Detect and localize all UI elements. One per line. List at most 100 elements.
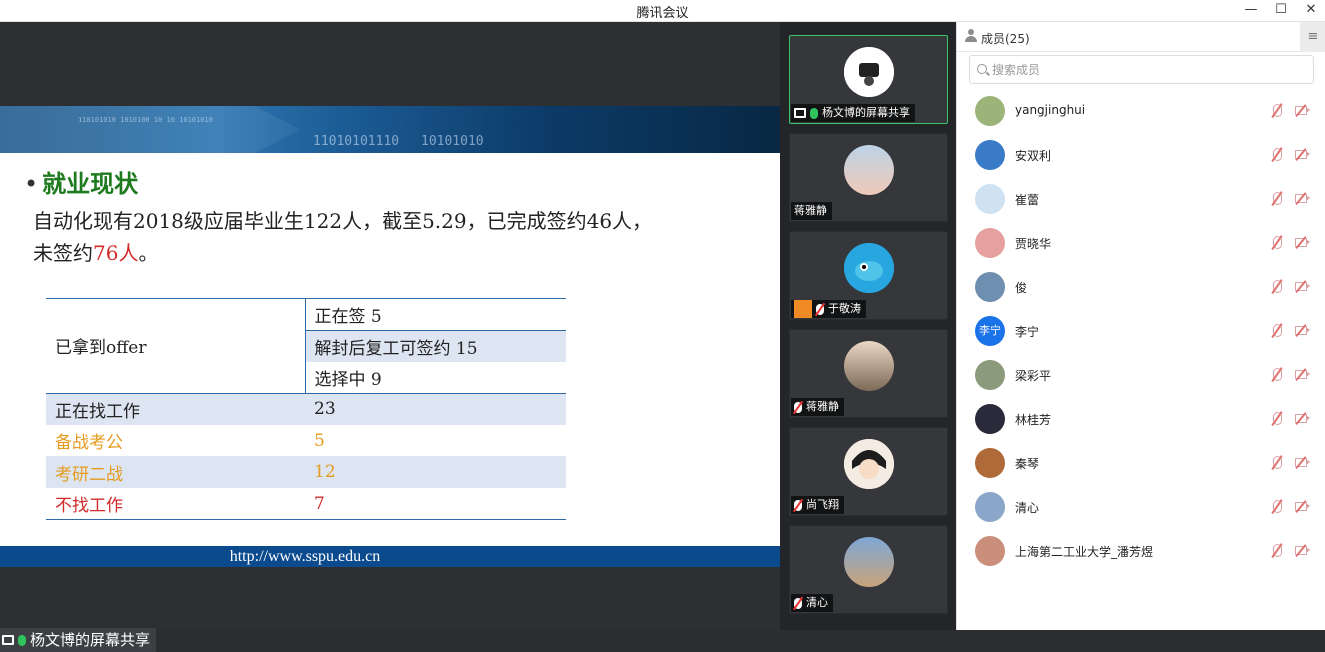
camera-off-icon[interactable] — [1295, 502, 1310, 511]
avatar — [844, 537, 894, 587]
mic-muted-icon[interactable] — [1273, 104, 1282, 117]
list-item[interactable]: 上海第二工业大学_潘芳煜 — [957, 529, 1325, 573]
mic-on-icon — [810, 107, 818, 119]
mic-muted-icon — [816, 303, 824, 315]
list-item[interactable]: 俊 — [957, 265, 1325, 309]
table-row: 已拿到offer 正在签 5 — [46, 298, 566, 394]
maximize-button[interactable]: ☐ — [1266, 0, 1296, 22]
presentation-slide: 110101010 1010100 10 10 10101010 1101010… — [0, 106, 780, 567]
camera-off-icon[interactable] — [1295, 458, 1310, 467]
avatar — [975, 448, 1005, 478]
row-value: 7 — [305, 488, 566, 521]
window-title: 腾讯会议 — [636, 6, 689, 21]
share-label-text: 杨文博的屏幕共享 — [30, 631, 151, 649]
mic-muted-icon[interactable] — [1273, 456, 1282, 469]
avatar — [975, 536, 1005, 566]
list-item[interactable]: 秦琴 — [957, 441, 1325, 485]
camera-off-icon[interactable] — [1295, 282, 1310, 291]
offer-sub-cell: 正在签 5 — [305, 298, 566, 331]
participant-name: 尚飞翔 — [806, 498, 839, 511]
slide-heading: • 就业现状 — [24, 164, 138, 199]
avatar — [975, 96, 1005, 126]
avatar — [844, 47, 894, 97]
avatar — [975, 360, 1005, 390]
list-item[interactable]: 林桂芳 — [957, 397, 1325, 441]
camera-off-icon[interactable] — [1295, 370, 1310, 379]
video-tile[interactable]: 蒋雅静 — [789, 329, 948, 418]
member-search[interactable] — [969, 55, 1314, 84]
offer-label: 已拿到offer — [46, 298, 306, 394]
camera-off-icon[interactable] — [1295, 414, 1310, 423]
camera-off-icon[interactable] — [1295, 106, 1310, 115]
camera-off-icon[interactable] — [1295, 194, 1310, 203]
mic-muted-icon[interactable] — [1273, 192, 1282, 205]
mic-muted-icon — [794, 597, 802, 609]
list-item[interactable]: 清心 — [957, 485, 1325, 529]
person-icon — [965, 29, 977, 42]
member-name: 梁彩平 — [1015, 369, 1052, 383]
mic-on-icon — [18, 634, 26, 646]
avatar: 李宁 — [975, 316, 1005, 346]
tile-label: 清心 — [791, 594, 833, 612]
line2-suffix: 。 — [138, 241, 159, 265]
row-value: 23 — [305, 393, 566, 425]
list-item[interactable]: 李宁 李宁 — [957, 309, 1325, 353]
member-name: 上海第二工业大学_潘芳煜 — [1015, 545, 1154, 559]
video-tile[interactable]: 清心 — [789, 525, 948, 614]
mic-muted-icon[interactable] — [1273, 324, 1282, 337]
participant-name: 蒋雅静 — [794, 204, 827, 217]
members-count: 成员(25) — [981, 32, 1030, 46]
unsigned-count: 76人 — [93, 241, 139, 265]
row-label: 正在找工作 — [46, 393, 305, 425]
slide-paragraph: 自动化现有2018级应届毕业生122人，截至5.29，已完成签约46人， 未签约… — [33, 205, 733, 269]
menu-icon[interactable]: ≡ — [1300, 22, 1325, 52]
list-item[interactable]: 崔蕾 — [957, 177, 1325, 221]
video-tile[interactable]: 于敬涛 — [789, 231, 948, 320]
member-name: 清心 — [1015, 501, 1040, 515]
participant-name: 于敬涛 — [828, 302, 861, 315]
close-button[interactable]: ✕ — [1296, 0, 1325, 22]
mic-muted-icon[interactable] — [1273, 368, 1282, 381]
list-item[interactable]: yangjinghui — [957, 89, 1325, 133]
list-item[interactable]: 梁彩平 — [957, 353, 1325, 397]
slide-banner: 110101010 1010100 10 10 10101010 1101010… — [0, 106, 780, 153]
participant-name: 蒋雅静 — [806, 400, 839, 413]
banner-binary-small: 110101010 1010100 10 10 10101010 — [78, 116, 213, 124]
mic-muted-icon[interactable] — [1273, 236, 1282, 249]
slide-footer: http://www.sspu.edu.cn — [0, 546, 780, 567]
line2-prefix: 未签约 — [33, 241, 93, 265]
tile-label: 杨文博的屏幕共享 — [791, 104, 915, 122]
camera-off-icon[interactable] — [1295, 150, 1310, 159]
video-tile[interactable]: 蒋雅静 — [789, 133, 948, 222]
banner-arrow-graphic — [0, 106, 300, 153]
mic-muted-icon[interactable] — [1273, 412, 1282, 425]
list-item[interactable]: 安双利 — [957, 133, 1325, 177]
member-name: 秦琴 — [1015, 457, 1040, 471]
camera-off-icon[interactable] — [1295, 326, 1310, 335]
video-tile[interactable]: 杨文博的屏幕共享 — [789, 35, 948, 124]
video-tile[interactable]: 尚飞翔 — [789, 427, 948, 516]
member-name: 崔蕾 — [1015, 193, 1040, 207]
avatar — [975, 140, 1005, 170]
search-input[interactable] — [992, 60, 1292, 80]
list-item[interactable]: 贾晓华 — [957, 221, 1325, 265]
tile-label: 尚飞翔 — [791, 496, 844, 514]
avatar — [844, 243, 894, 293]
banner-binary-2: 10101010 — [421, 134, 484, 149]
row-label: 备战考公 — [55, 433, 123, 454]
offer-sub-cell: 选择中 9 — [305, 361, 566, 394]
camera-off-icon[interactable] — [1295, 238, 1310, 247]
mic-muted-icon[interactable] — [1273, 500, 1282, 513]
camera-off-icon[interactable] — [1295, 546, 1310, 555]
screen-share-area[interactable]: 110101010 1010100 10 10 10101010 1101010… — [0, 22, 780, 652]
mic-muted-icon[interactable] — [1273, 280, 1282, 293]
banner-binary-1: 11010101110 — [313, 134, 400, 149]
members-panel: 成员(25) ≡ yangjinghui 安双利崔蕾贾晓华俊李宁李宁梁彩平林桂芳秦… — [956, 22, 1325, 630]
search-icon — [977, 64, 987, 74]
avatar — [844, 439, 894, 489]
mic-muted-icon[interactable] — [1273, 148, 1282, 161]
tile-label: 蒋雅静 — [791, 202, 832, 220]
minimize-button[interactable]: — — [1236, 0, 1266, 22]
member-name: 李宁 — [1015, 325, 1040, 339]
mic-muted-icon[interactable] — [1273, 544, 1282, 557]
